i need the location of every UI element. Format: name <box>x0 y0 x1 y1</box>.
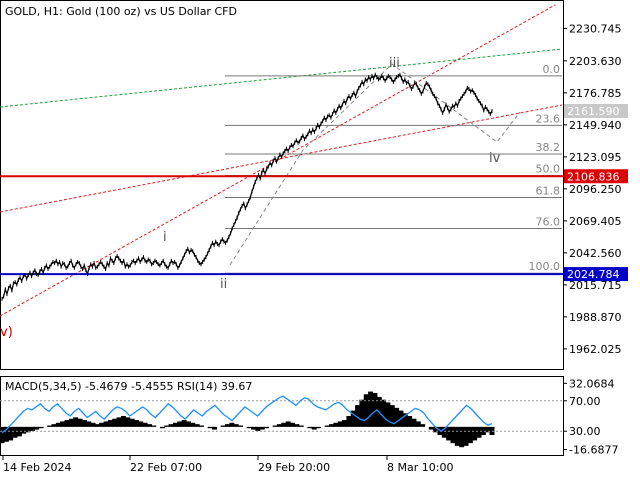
y-tick-label: 1988.870 <box>569 311 622 324</box>
x-tick-label: 8 Mar 10:00 <box>387 461 453 474</box>
y-tick-label: 2176.785 <box>569 87 622 100</box>
fib-level-label: 50.0 <box>536 162 561 175</box>
fib-level-label: 100.0 <box>529 260 561 273</box>
y-tick-label: 2230.745 <box>569 23 622 36</box>
wave-label: ii <box>220 277 227 292</box>
chart-window: 0.0 23.6 38.2 50.0 61.8 76.0 100.0 v) i ii iii iv 2… <box>0 0 640 480</box>
y-tick-label: 2123.095 <box>569 151 622 164</box>
fib-level-label: 38.2 <box>536 141 561 154</box>
indicator-title: MACD(5,34,5) -5.4679 -5.4555 RSI(14) 39.… <box>5 380 252 393</box>
x-tick-label: 22 Feb 07:00 <box>130 461 202 474</box>
wave-label: iv <box>489 151 501 166</box>
wave-label: v) <box>0 325 13 340</box>
y-tick-label: 2042.560 <box>569 247 622 260</box>
wave-label: iii <box>389 56 400 71</box>
indicator-y-tick-label: 32.0684 <box>569 377 615 390</box>
chart-canvas[interactable]: 0.023.638.250.061.876.0100.0v)iiiiiiiv 2… <box>0 0 640 480</box>
y-tick-label: 2069.405 <box>569 215 622 228</box>
fib-level-label: 61.8 <box>536 185 561 198</box>
indicator-y-tick-label: 70.00 <box>569 395 601 408</box>
fib-level-label: 76.0 <box>536 216 561 229</box>
price-tag-label: 2161.590 <box>567 105 620 118</box>
y-tick-label: 2203.630 <box>569 55 622 68</box>
price-pane-frame <box>0 0 564 370</box>
price-tag-label: 2106.836 <box>567 170 620 183</box>
fib-level-label: 0.0 <box>543 63 561 76</box>
y-tick-label: 2096.250 <box>569 183 622 196</box>
symbol-title: GOLD, H1: Gold (100 oz) vs US Dollar CFD <box>5 5 237 18</box>
indicator-y-tick-label: -16.6877 <box>569 444 618 457</box>
y-tick-label: 2149.940 <box>569 119 622 132</box>
y-tick-label: 1962.025 <box>569 343 622 356</box>
price-tag-label: 2024.784 <box>567 268 620 281</box>
fib-level-label: 23.6 <box>536 112 561 125</box>
indicator-y-tick-label: 30.00 <box>569 425 601 438</box>
wave-label: i <box>163 230 167 245</box>
x-tick-label: 14 Feb 2024 <box>3 461 71 474</box>
x-tick-label: 29 Feb 20:00 <box>258 461 330 474</box>
